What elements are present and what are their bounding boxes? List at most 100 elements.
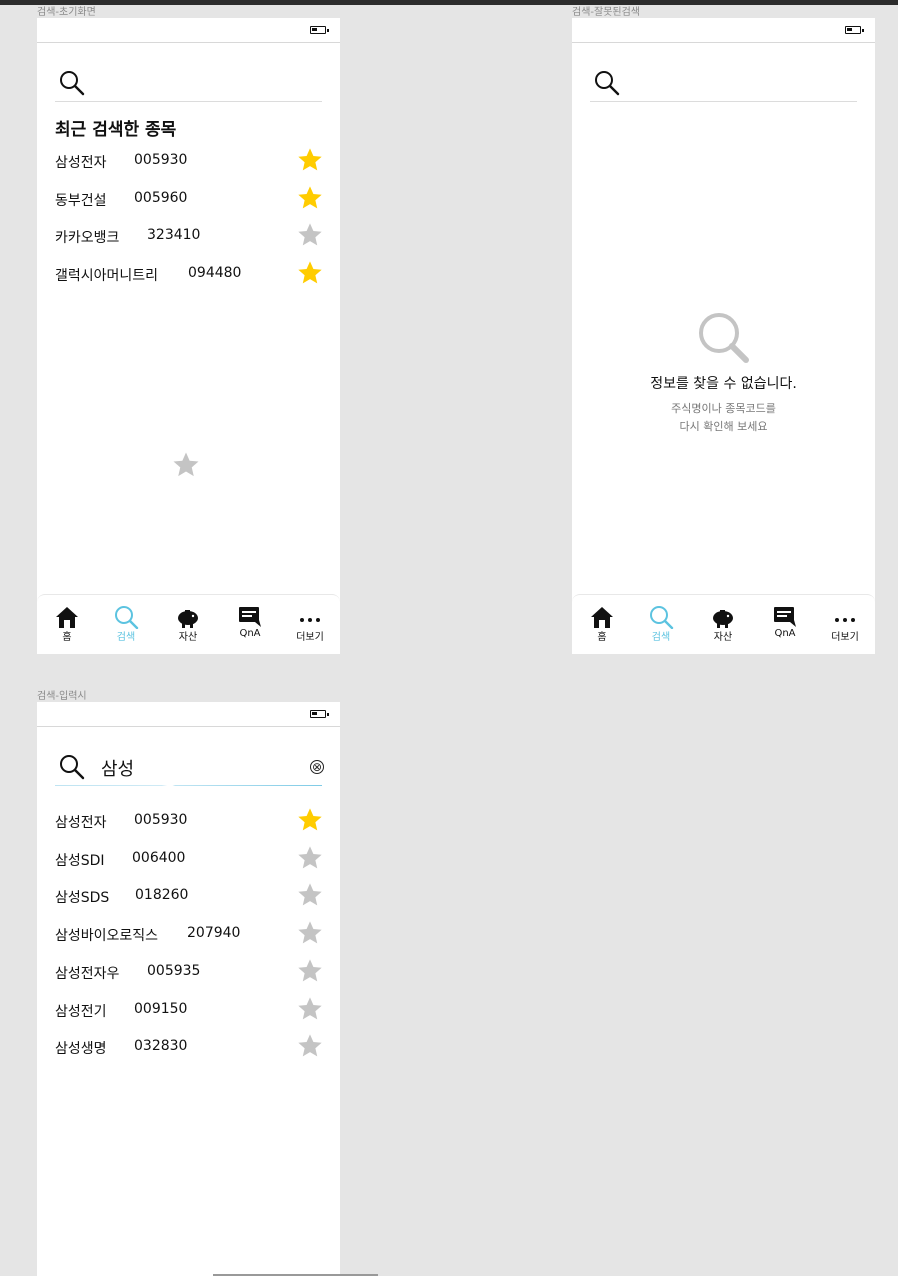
list-item[interactable]: 삼성전자우 005935 [55, 957, 325, 987]
frame-label-initial: 검색-초기화면 [37, 7, 96, 18]
search-bar[interactable] [590, 66, 857, 102]
nav-home[interactable]: 홈 [572, 605, 632, 651]
nav-search[interactable]: 검색 [631, 605, 691, 651]
home-icon [56, 607, 78, 628]
search-input[interactable]: 삼성 [101, 755, 134, 781]
stock-code: 009150 [134, 1000, 188, 1017]
frame-label-typing: 검색-입력시 [37, 691, 87, 702]
stock-name: 삼성전자 [55, 815, 107, 831]
nav-more[interactable]: 더보기 [815, 605, 875, 651]
list-item[interactable]: 삼성전기 009150 [55, 995, 325, 1025]
star-icon[interactable] [295, 806, 325, 834]
piggy-bank-icon [713, 610, 733, 628]
battery-icon [310, 710, 329, 718]
stock-name: 카카오뱅크 [55, 230, 120, 246]
nav-assets[interactable]: 자산 [158, 605, 218, 651]
nav-label: 검색 [116, 632, 136, 643]
stock-code: 018260 [135, 887, 189, 904]
search-icon[interactable] [59, 70, 85, 96]
status-bar [572, 18, 875, 43]
star-icon[interactable] [295, 844, 325, 872]
empty-search-icon [699, 313, 749, 363]
star-icon[interactable] [295, 1032, 325, 1060]
chat-icon [239, 607, 261, 627]
recent-search-title: 최근 검색한 종목 [55, 120, 177, 140]
search-icon [115, 606, 139, 629]
bottom-nav: 홈 검색 자산 QnA 더보기 [572, 594, 875, 654]
list-item[interactable]: 삼성SDI 006400 [55, 844, 325, 874]
nav-label: QnA [774, 628, 796, 639]
nav-qna[interactable]: QnA [755, 605, 815, 651]
star-icon[interactable] [295, 259, 325, 287]
home-icon [591, 607, 613, 628]
nav-label: 더보기 [831, 632, 859, 643]
star-icon[interactable] [295, 146, 325, 174]
nav-label: 자산 [178, 632, 198, 643]
list-item[interactable]: 삼성바이오로직스 207940 [55, 919, 325, 949]
stock-code: 323410 [147, 227, 201, 243]
empty-title: 정보를 찾을 수 없습니다. [650, 376, 797, 392]
stock-name: 삼성생명 [55, 1041, 107, 1058]
nav-label: 자산 [713, 632, 733, 643]
list-item[interactable]: 삼성SDS 018260 [55, 881, 325, 911]
star-icon[interactable] [295, 919, 325, 947]
nav-label: QnA [239, 628, 261, 639]
stock-name: 동부건설 [55, 192, 107, 209]
stock-name: 삼성전자 [55, 155, 107, 171]
nav-label: 더보기 [296, 632, 324, 643]
stock-name: 삼성SDS [55, 890, 110, 907]
search-bar[interactable]: 삼성 ⊗ [55, 750, 324, 786]
list-item[interactable]: 삼성전자 005930 [55, 806, 325, 836]
empty-subtitle-line2: 다시 확인해 보세요 [679, 420, 768, 433]
stock-code: 005930 [134, 812, 188, 828]
nav-more[interactable]: 더보기 [280, 605, 340, 651]
star-icon [173, 452, 199, 477]
nav-label: 홈 [597, 632, 607, 643]
nav-assets[interactable]: 자산 [693, 605, 753, 651]
list-item[interactable]: 카카오뱅크 323410 [55, 221, 325, 251]
nav-label: 검색 [651, 632, 671, 643]
star-icon[interactable] [295, 881, 325, 909]
empty-subtitle-line1: 주식명이나 종목코드를 [671, 402, 776, 415]
chat-icon [774, 607, 796, 627]
search-icon [650, 606, 674, 629]
star-icon[interactable] [295, 184, 325, 212]
stock-code: 005960 [134, 189, 188, 206]
search-bar[interactable] [55, 66, 322, 102]
stock-name: 갤럭시아머니트리 [55, 267, 159, 284]
search-underline [590, 101, 857, 102]
star-icon[interactable] [295, 957, 325, 985]
star-icon[interactable] [295, 995, 325, 1023]
list-item[interactable]: 갤럭시아머니트리 094480 [55, 259, 325, 289]
phone-frame-invalid: 정보를 찾을 수 없습니다. 주식명이나 종목코드를 다시 확인해 보세요 홈 검… [572, 18, 875, 654]
stock-name: 삼성전자우 [55, 965, 120, 982]
search-underline [55, 101, 322, 102]
stock-code: 094480 [188, 264, 242, 281]
nav-home[interactable]: 홈 [37, 605, 97, 651]
nav-search[interactable]: 검색 [96, 605, 156, 651]
piggy-bank-icon [178, 610, 198, 628]
window-top-bar [0, 0, 898, 5]
battery-icon [845, 26, 864, 34]
phone-frame-typing: 삼성 ⊗ 삼성전자 005930 삼성SDI 006400 삼성SDS 018260 삼성바… [37, 702, 340, 1276]
star-icon[interactable] [295, 221, 325, 249]
list-item[interactable]: 삼성전자 005930 [55, 146, 325, 176]
search-icon[interactable] [594, 70, 620, 96]
status-bar [37, 18, 340, 43]
nav-qna[interactable]: QnA [220, 605, 280, 651]
stock-code: 005935 [147, 962, 201, 979]
nav-label: 홈 [62, 632, 72, 643]
stock-code: 006400 [132, 849, 186, 866]
stock-name: 삼성SDI [55, 852, 105, 869]
stock-code: 032830 [134, 1038, 188, 1055]
more-icon [300, 618, 320, 622]
list-item[interactable]: 삼성생명 032830 [55, 1032, 325, 1062]
list-item[interactable]: 동부건설 005960 [55, 184, 325, 214]
clear-icon[interactable]: ⊗ [310, 760, 324, 774]
search-icon[interactable] [59, 754, 85, 780]
frame-label-invalid: 검색-잘못된검색 [572, 7, 641, 18]
more-icon [835, 618, 855, 622]
search-underline [55, 785, 322, 786]
status-bar [37, 702, 340, 727]
bottom-nav: 홈 검색 자산 QnA 더보기 [37, 594, 340, 654]
